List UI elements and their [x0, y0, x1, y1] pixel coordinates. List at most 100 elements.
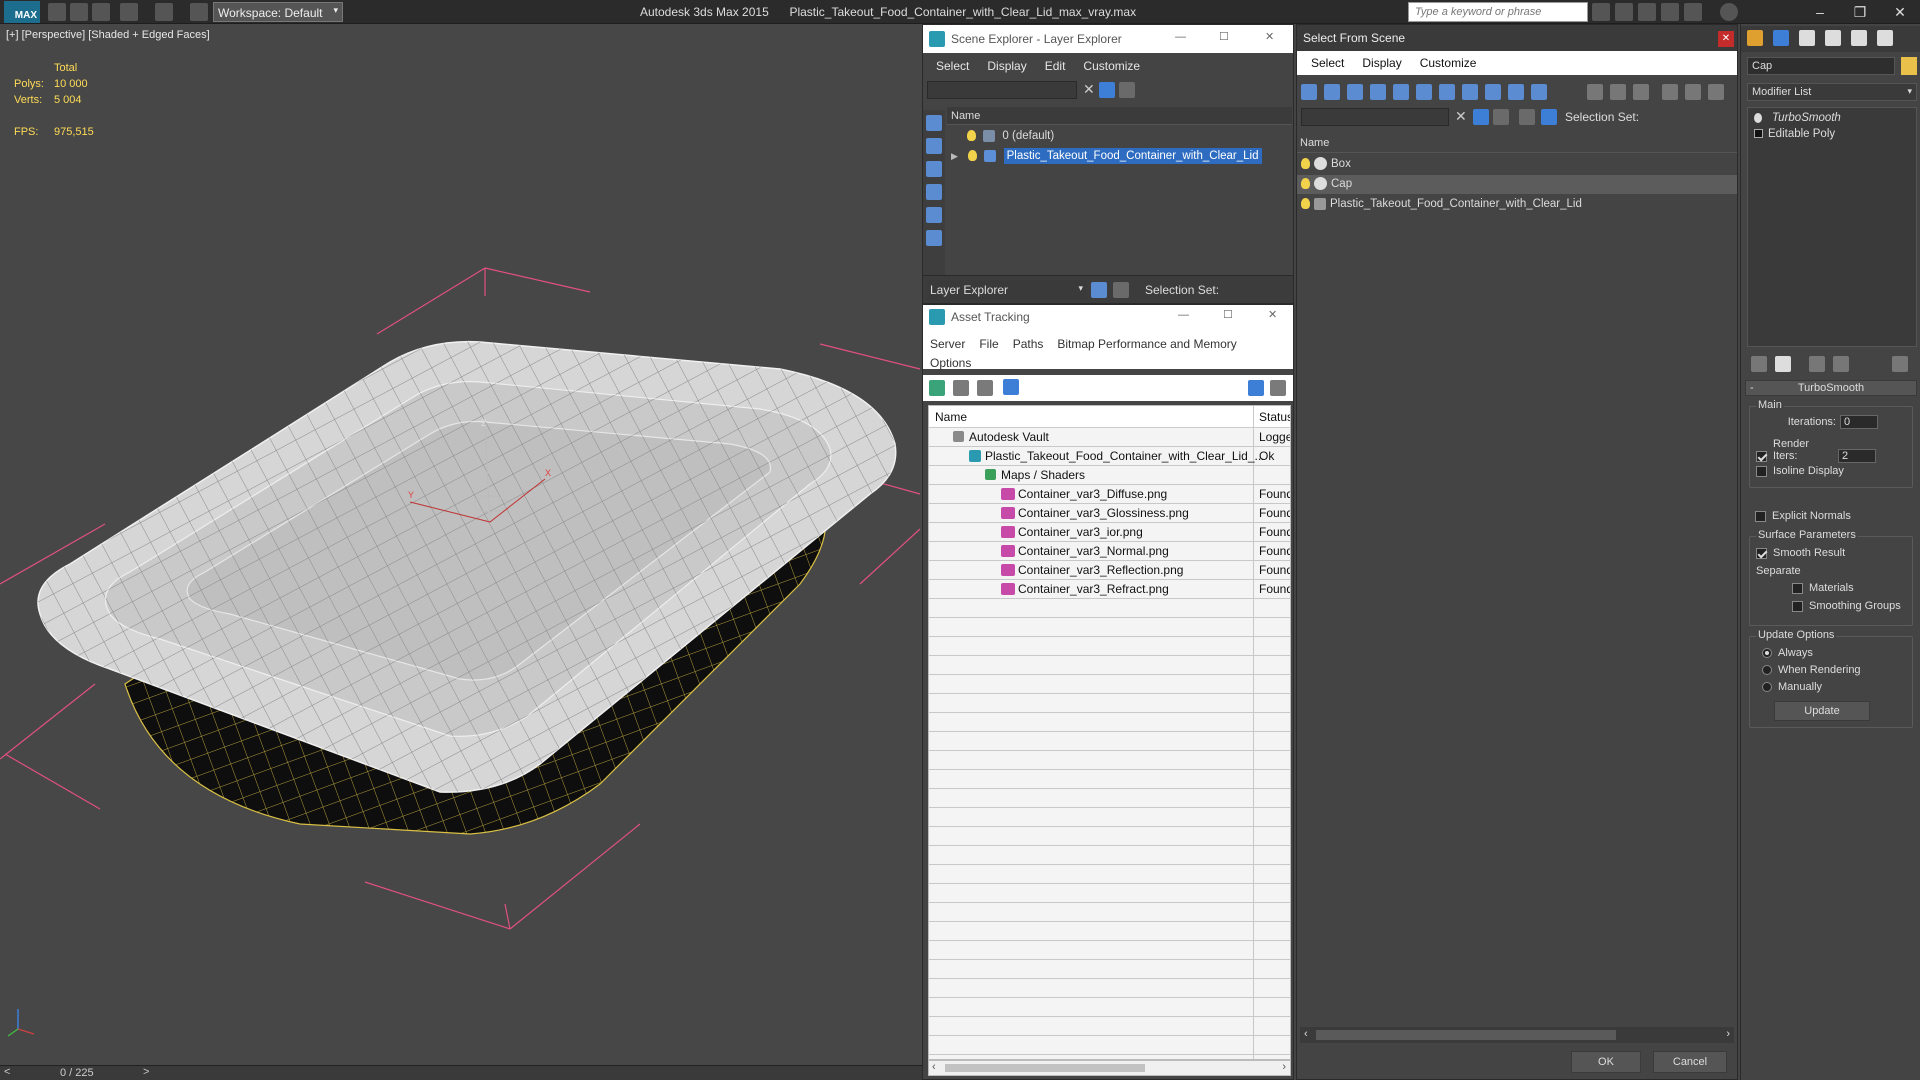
display-geometry-icon[interactable]: [1324, 84, 1340, 100]
perspective-viewport[interactable]: [+] [Perspective] [Shaded + Edged Faces]…: [0, 24, 924, 1065]
modifier-stack-item[interactable]: TurboSmooth: [1748, 110, 1916, 126]
next-frame-icon[interactable]: >: [143, 1066, 149, 1078]
rollout-header[interactable]: - TurboSmooth: [1745, 380, 1917, 396]
maximize-button[interactable]: ☐: [1219, 30, 1229, 43]
lightbulb-icon[interactable]: [1301, 158, 1310, 170]
layer-stack-icon[interactable]: [1519, 109, 1535, 125]
name-column-header[interactable]: Name: [1297, 133, 1737, 153]
menu-display[interactable]: Display: [1362, 56, 1401, 70]
lightbulb-icon[interactable]: [967, 130, 976, 142]
collapse-icon[interactable]: [1708, 84, 1724, 100]
scene-explorer-search[interactable]: [927, 81, 1077, 99]
asset-row[interactable]: Container_var3_ior.png Found: [929, 523, 1290, 542]
display-shapes-icon[interactable]: [926, 161, 942, 177]
select-none-icon[interactable]: [1610, 84, 1626, 100]
scroll-thumb[interactable]: [1316, 1030, 1616, 1040]
scroll-left-icon[interactable]: ‹: [1304, 1028, 1308, 1040]
status-column-header[interactable]: Status: [1259, 410, 1290, 424]
lightbulb-icon[interactable]: [1754, 113, 1762, 123]
display-containers-icon[interactable]: [1531, 84, 1547, 100]
asset-row[interactable]: Autodesk Vault Logge: [929, 428, 1290, 447]
ok-button[interactable]: OK: [1571, 1051, 1641, 1073]
object-color-swatch[interactable]: [1901, 57, 1917, 75]
isoline-checkbox[interactable]: [1756, 465, 1767, 477]
menu-file[interactable]: File: [979, 337, 998, 351]
select-from-scene-titlebar[interactable]: Select From Scene ✕: [1297, 25, 1737, 51]
redo-icon[interactable]: [155, 3, 173, 21]
smoothing-groups-checkbox[interactable]: [1792, 600, 1803, 612]
search-input[interactable]: Type a keyword or phrase: [1408, 2, 1588, 22]
display-cameras-icon[interactable]: [926, 207, 942, 223]
when-rendering-radio[interactable]: [1762, 665, 1772, 676]
minimize-button[interactable]: —: [1178, 309, 1189, 321]
refresh-icon[interactable]: [929, 380, 945, 396]
select-invert-icon[interactable]: [1633, 84, 1649, 100]
save-file-icon[interactable]: [92, 3, 110, 21]
menu-edit[interactable]: Edit: [1045, 59, 1066, 73]
configure-sets-icon[interactable]: [1892, 356, 1908, 372]
select-horizontal-scrollbar[interactable]: ‹ ›: [1300, 1027, 1734, 1043]
show-end-result-icon[interactable]: [1775, 356, 1791, 372]
hierarchy-icon[interactable]: [1685, 84, 1701, 100]
scene-explorer-titlebar[interactable]: Scene Explorer - Layer Explorer — ☐ ✕: [923, 25, 1293, 53]
asset-row[interactable]: Maps / Shaders: [929, 466, 1290, 485]
lightbulb-icon[interactable]: [968, 150, 978, 162]
maximize-button[interactable]: ❐: [1840, 0, 1880, 24]
name-column-header[interactable]: Name: [935, 410, 967, 424]
smooth-result-checkbox[interactable]: [1756, 547, 1767, 559]
scroll-thumb[interactable]: [945, 1064, 1145, 1072]
cancel-button[interactable]: Cancel: [1653, 1051, 1727, 1073]
menu-bitmap-performance[interactable]: Bitmap Performance and Memory: [1057, 337, 1236, 351]
asset-row[interactable]: Plastic_Takeout_Food_Container_with_Clea…: [929, 447, 1290, 466]
display-shapes-icon[interactable]: [1347, 84, 1363, 100]
display-xrefs-icon[interactable]: [1485, 84, 1501, 100]
display-helpers-icon[interactable]: [926, 230, 942, 246]
expand-arrow-icon[interactable]: ▶: [951, 147, 965, 166]
menu-server[interactable]: Server: [930, 337, 965, 351]
binoculars-icon[interactable]: [1592, 3, 1610, 21]
layer-row[interactable]: 0 (default): [947, 127, 1292, 146]
materials-checkbox[interactable]: [1792, 582, 1803, 594]
menu-select[interactable]: Select: [1311, 56, 1344, 70]
star-icon[interactable]: [1661, 3, 1679, 21]
clear-search-icon[interactable]: ✕: [1083, 81, 1095, 98]
menu-display[interactable]: Display: [987, 59, 1026, 73]
project-folder-icon[interactable]: [190, 3, 208, 21]
render-iters-spinner[interactable]: 2: [1838, 449, 1876, 464]
render-iters-checkbox[interactable]: [1756, 450, 1767, 462]
clear-search-icon[interactable]: ✕: [1455, 108, 1467, 125]
explicit-normals-checkbox[interactable]: [1755, 510, 1766, 522]
object-row[interactable]: Plastic_Takeout_Food_Container_with_Clea…: [1297, 195, 1737, 214]
minimize-button[interactable]: —: [1175, 31, 1186, 43]
lightbulb-icon[interactable]: [1301, 198, 1310, 210]
app-logo[interactable]: MAX: [4, 1, 40, 23]
new-file-icon[interactable]: [48, 3, 66, 21]
lightbulb-icon[interactable]: [1301, 178, 1310, 190]
close-button[interactable]: ✕: [1265, 30, 1274, 43]
thumbnail-view-icon[interactable]: [977, 380, 993, 396]
manually-radio[interactable]: [1762, 682, 1772, 693]
help-icon[interactable]: [1720, 3, 1738, 21]
object-row[interactable]: Cap: [1297, 175, 1737, 194]
undo-icon[interactable]: [120, 3, 138, 21]
table-view-icon[interactable]: [1003, 379, 1019, 395]
workspace-dropdown[interactable]: Workspace: Default ▾: [213, 2, 343, 22]
hierarchy-icon[interactable]: [1541, 109, 1557, 125]
display-bones-icon[interactable]: [1508, 84, 1524, 100]
maximize-button[interactable]: ☐: [1223, 308, 1233, 321]
display-spacewarps-icon[interactable]: [1439, 84, 1455, 100]
menu-customize[interactable]: Customize: [1083, 59, 1140, 73]
close-x-icon[interactable]: [1684, 3, 1702, 21]
explorer-type-dropdown[interactable]: Layer Explorer ▾: [927, 280, 1087, 300]
menu-options[interactable]: Options: [930, 356, 971, 370]
asset-horizontal-scrollbar[interactable]: ‹ ›: [928, 1060, 1291, 1076]
modifier-stack-item[interactable]: Editable Poly: [1748, 126, 1916, 142]
modifier-list-dropdown[interactable]: Modifier List ▾: [1747, 83, 1917, 101]
update-button[interactable]: Update: [1774, 701, 1870, 721]
display-lights-icon[interactable]: [1370, 84, 1386, 100]
object-row[interactable]: Box: [1297, 155, 1737, 174]
object-name-field[interactable]: Cap: [1747, 57, 1895, 75]
create-tab-icon[interactable]: [1747, 30, 1763, 46]
display-all-icon[interactable]: [1301, 84, 1317, 100]
scroll-right-icon[interactable]: ›: [1282, 1061, 1286, 1073]
